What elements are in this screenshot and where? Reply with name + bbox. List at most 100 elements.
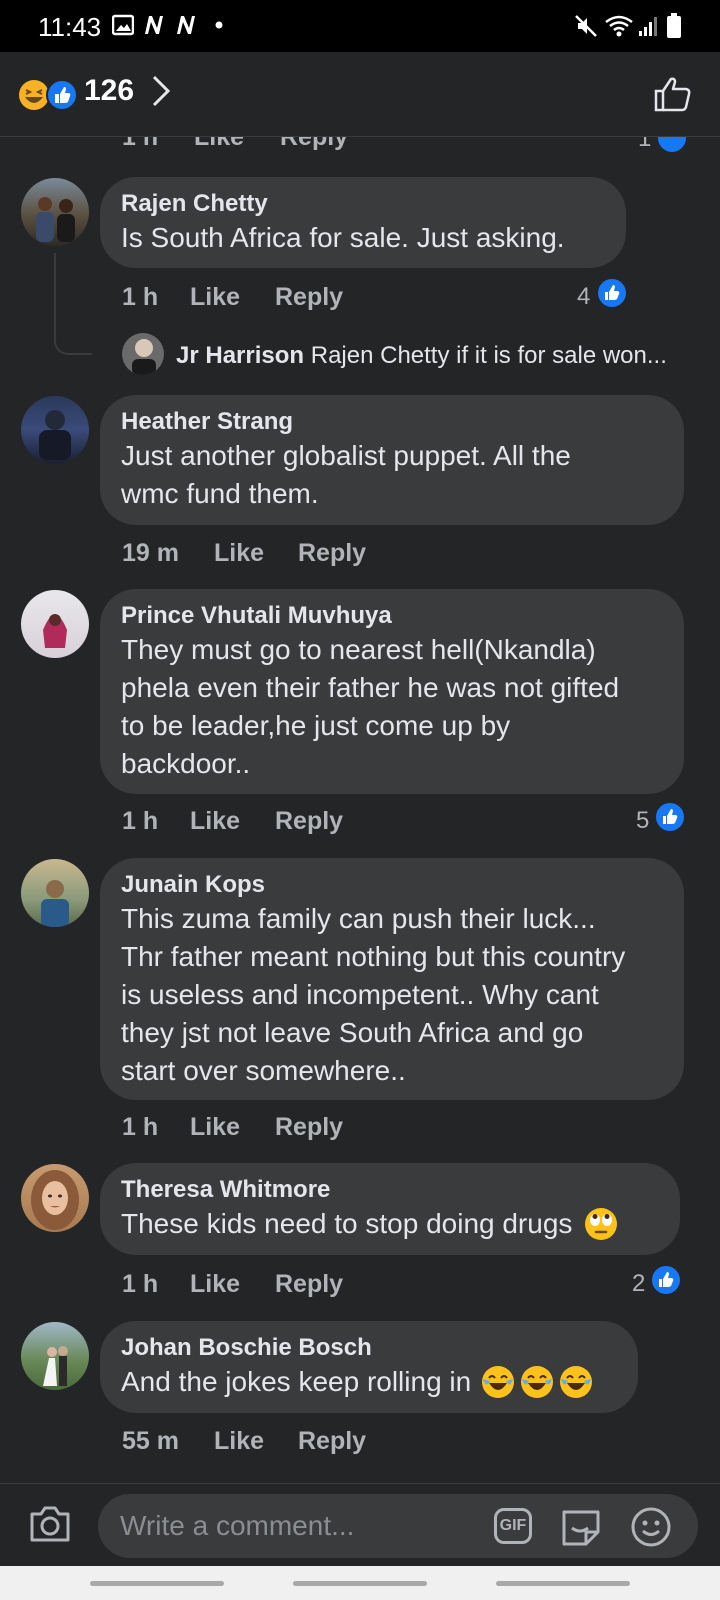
back-button[interactable] bbox=[496, 1581, 630, 1586]
reply-link[interactable]: Reply bbox=[275, 807, 343, 836]
battery-icon bbox=[667, 13, 681, 38]
comment-actions: 19 m Like Reply bbox=[122, 539, 522, 569]
comment-author[interactable]: Junain Kops bbox=[121, 870, 662, 900]
like-badge-icon bbox=[596, 277, 628, 309]
comment-bubble[interactable]: Heather Strang Just another globalist pu… bbox=[100, 395, 684, 525]
comment-text-line: This zuma family can push their luck... bbox=[121, 903, 596, 934]
status-bar: 11:43 bbox=[0, 0, 720, 52]
comment-text-line: phela even their father he was not gifte… bbox=[121, 672, 620, 703]
like-link[interactable]: Like bbox=[190, 283, 240, 312]
comment-text-line: wmc fund them. bbox=[121, 478, 319, 509]
reply-thread-line bbox=[54, 253, 92, 355]
reply-avatar[interactable] bbox=[122, 333, 164, 375]
reply-link[interactable]: Reply bbox=[275, 1113, 343, 1142]
signal-icon bbox=[639, 17, 657, 36]
avatar[interactable] bbox=[21, 590, 89, 658]
comment-actions: 1 h Like Reply bbox=[122, 137, 682, 153]
comment-bubble[interactable]: Rajen Chetty Is South Africa for sale. J… bbox=[100, 177, 626, 268]
comment-text-line: Thr father meant nothing but this countr… bbox=[121, 941, 626, 972]
status-time: 11:43 bbox=[38, 12, 102, 42]
reply-link[interactable]: Reply bbox=[298, 1427, 366, 1456]
comment-author[interactable]: Heather Strang bbox=[121, 407, 662, 437]
gif-icon[interactable]: GIF bbox=[494, 1508, 532, 1544]
avatar[interactable] bbox=[21, 859, 89, 927]
like-link[interactable]: Like bbox=[194, 137, 244, 152]
comment-actions: 1 h Like Reply bbox=[122, 1113, 522, 1143]
comment-bubble[interactable]: Theresa Whitmore These kids need to stop… bbox=[100, 1163, 680, 1255]
like-link[interactable]: Like bbox=[214, 539, 264, 568]
avatar-photo bbox=[36, 197, 75, 242]
avatar-photo bbox=[43, 614, 67, 648]
comment-text: And the jokes keep rolling in bbox=[121, 1366, 472, 1397]
reply-link[interactable]: Reply bbox=[298, 539, 366, 568]
comment-actions: 55 m Like Reply bbox=[122, 1427, 522, 1457]
comment-text-line: is useless and incompetent.. Why cant bbox=[121, 979, 599, 1010]
reply-link[interactable]: Reply bbox=[275, 1270, 343, 1299]
comment-time: 55 m bbox=[122, 1427, 179, 1455]
comment-actions: 1 h Like Reply bbox=[122, 807, 522, 837]
comment-actions: 1 h Like Reply bbox=[122, 1270, 522, 1300]
comment-text-row: And the jokes keep rolling in bbox=[121, 1363, 616, 1401]
comment-composer: Write a comment... GIF bbox=[0, 1483, 720, 1566]
comment-author[interactable]: Rajen Chetty bbox=[121, 189, 604, 219]
avatar-photo bbox=[31, 1170, 79, 1230]
face-with-tears-of-joy-emoji-icon bbox=[482, 1366, 592, 1398]
comment-bubble[interactable]: Junain Kops This zuma family can push th… bbox=[100, 858, 684, 1100]
reply-link[interactable]: Reply bbox=[275, 283, 343, 312]
comments-feed[interactable]: 1 h Like Reply 1 Rajen Chetty Is South A… bbox=[0, 137, 720, 1483]
emoji-icon[interactable] bbox=[630, 1506, 672, 1548]
comment-text-line: backdoor.. bbox=[121, 748, 251, 779]
comment-text-line: They must go to nearest hell(Nkandla) bbox=[121, 634, 596, 665]
like-count: 2 bbox=[632, 1270, 646, 1297]
avatar[interactable] bbox=[21, 1164, 89, 1232]
like-link[interactable]: Like bbox=[190, 807, 240, 836]
camera-icon[interactable] bbox=[28, 1504, 72, 1544]
comment-actions: 1 h Like Reply bbox=[122, 283, 522, 313]
system-navigation-bar bbox=[0, 1566, 720, 1600]
reply-snippet: Rajen Chetty if it is for sale won... bbox=[310, 342, 667, 369]
comment-author[interactable]: Prince Vhutali Muvhuya bbox=[121, 601, 662, 631]
wifi-icon bbox=[605, 15, 633, 37]
recents-button[interactable] bbox=[90, 1581, 224, 1586]
like-count: 4 bbox=[577, 283, 591, 310]
avatar[interactable] bbox=[21, 178, 89, 246]
comment-time: 1 h bbox=[122, 283, 159, 311]
reaction-count[interactable]: 126 bbox=[84, 74, 134, 108]
comment-author[interactable]: Theresa Whitmore bbox=[121, 1175, 658, 1205]
mute-icon bbox=[575, 15, 597, 37]
avatar[interactable] bbox=[21, 396, 89, 464]
news-app-notification-icon bbox=[145, 16, 163, 34]
like-post-button[interactable] bbox=[654, 76, 692, 112]
reaction-summary[interactable] bbox=[18, 78, 78, 111]
comment-text-line: they jst not leave South Africa and go bbox=[121, 1017, 584, 1048]
avatar-photo bbox=[43, 1346, 68, 1386]
comment-bubble[interactable]: Johan Boschie Bosch And the jokes keep r… bbox=[100, 1321, 638, 1413]
reply-link[interactable]: Reply bbox=[280, 137, 348, 152]
chevron-right-icon[interactable] bbox=[150, 74, 172, 108]
reply-author[interactable]: Jr Harrison bbox=[176, 342, 304, 369]
avatar[interactable] bbox=[21, 1322, 89, 1390]
reply-preview[interactable]: Jr Harrison Rajen Chetty if it is for sa… bbox=[176, 342, 667, 370]
more-notifications-dot-icon bbox=[215, 21, 223, 29]
avatar-photo bbox=[41, 880, 69, 927]
reactions-header: 126 bbox=[0, 52, 720, 137]
like-link[interactable]: Like bbox=[190, 1113, 240, 1142]
comment-text-line: start over somewhere.. bbox=[121, 1055, 406, 1086]
comment-text-line: to be leader,he just come up by bbox=[121, 710, 511, 741]
comment-time: 1 h bbox=[122, 1270, 159, 1298]
haha-reaction-icon bbox=[19, 79, 78, 111]
like-link[interactable]: Like bbox=[214, 1427, 264, 1456]
like-badge-icon bbox=[650, 1264, 682, 1296]
comment-time: 1 h bbox=[122, 807, 159, 835]
home-button[interactable] bbox=[293, 1581, 427, 1586]
sticker-icon[interactable] bbox=[560, 1506, 602, 1548]
comment-bubble[interactable]: Prince Vhutali Muvhuya They must go to n… bbox=[100, 589, 684, 794]
news-app-notification-icon bbox=[177, 16, 195, 34]
comment-input-placeholder: Write a comment... bbox=[120, 1510, 355, 1541]
comment-time: 1 h bbox=[122, 1113, 159, 1141]
comment-input[interactable]: Write a comment... GIF bbox=[98, 1494, 698, 1558]
avatar-photo bbox=[39, 410, 71, 460]
comment-author[interactable]: Johan Boschie Bosch bbox=[121, 1333, 616, 1363]
like-link[interactable]: Like bbox=[190, 1270, 240, 1299]
comment-text: These kids need to stop doing drugs bbox=[121, 1208, 573, 1239]
